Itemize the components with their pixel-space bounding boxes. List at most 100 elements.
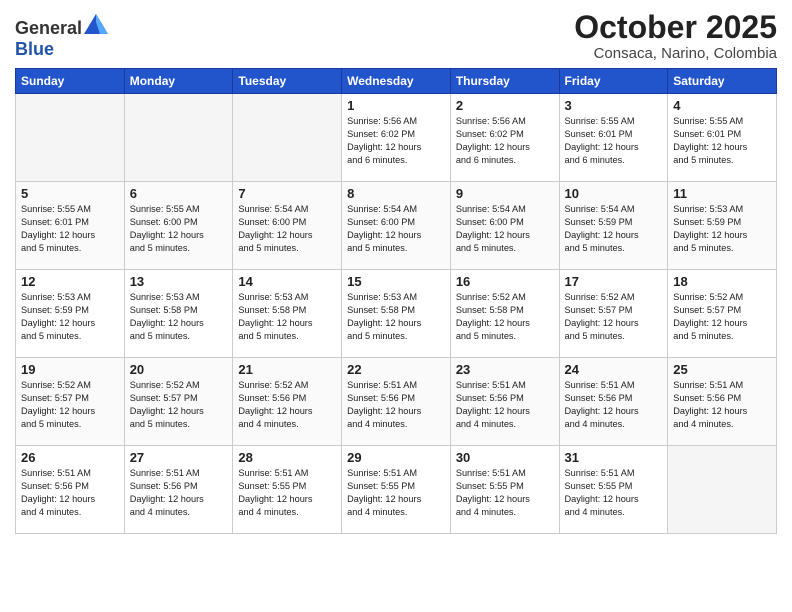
weekday-monday: Monday (124, 69, 233, 94)
calendar-cell: 3 Sunrise: 5:55 AM Sunset: 6:01 PM Daylig… (559, 94, 668, 182)
day-number: 21 (238, 362, 336, 377)
title-block: October 2025 Consaca, Narino, Colombia (574, 10, 777, 62)
day-number: 24 (565, 362, 663, 377)
day-number: 18 (673, 274, 771, 289)
day-info: Sunrise: 5:52 AM Sunset: 5:57 PM Dayligh… (565, 291, 663, 343)
day-number: 28 (238, 450, 336, 465)
day-number: 8 (347, 186, 445, 201)
day-info: Sunrise: 5:52 AM Sunset: 5:56 PM Dayligh… (238, 379, 336, 431)
day-info: Sunrise: 5:55 AM Sunset: 6:00 PM Dayligh… (130, 203, 228, 255)
calendar-cell: 16 Sunrise: 5:52 AM Sunset: 5:58 PM Dayli… (450, 270, 559, 358)
week-row-4: 19 Sunrise: 5:52 AM Sunset: 5:57 PM Dayli… (16, 358, 777, 446)
day-info: Sunrise: 5:51 AM Sunset: 5:55 PM Dayligh… (347, 467, 445, 519)
calendar-cell (124, 94, 233, 182)
calendar-cell: 23Sunrise: 5:51 AM Sunset: 5:56 PM Dayli… (450, 358, 559, 446)
day-info: Sunrise: 5:51 AM Sunset: 5:56 PM Dayligh… (673, 379, 771, 431)
day-info: Sunrise: 5:55 AM Sunset: 6:01 PM Dayligh… (565, 115, 663, 167)
day-info: Sunrise: 5:53 AM Sunset: 5:58 PM Dayligh… (347, 291, 445, 343)
calendar-cell (233, 94, 342, 182)
day-number: 26 (21, 450, 119, 465)
day-number: 5 (21, 186, 119, 201)
calendar-cell: 29 Sunrise: 5:51 AM Sunset: 5:55 PM Dayli… (342, 446, 451, 534)
location-title: Consaca, Narino, Colombia (574, 45, 777, 62)
logo: General Blue (15, 14, 108, 60)
day-number: 4 (673, 98, 771, 113)
calendar-cell (16, 94, 125, 182)
day-number: 25 (673, 362, 771, 377)
calendar-cell: 24Sunrise: 5:51 AM Sunset: 5:56 PM Dayli… (559, 358, 668, 446)
day-number: 13 (130, 274, 228, 289)
calendar-cell: 20 Sunrise: 5:52 AM Sunset: 5:57 PM Dayli… (124, 358, 233, 446)
calendar-cell: 25 Sunrise: 5:51 AM Sunset: 5:56 PM Dayli… (668, 358, 777, 446)
calendar-cell: 28 Sunrise: 5:51 AM Sunset: 5:55 PM Dayli… (233, 446, 342, 534)
calendar-cell: 22 Sunrise: 5:51 AM Sunset: 5:56 PM Dayli… (342, 358, 451, 446)
calendar-cell: 17 Sunrise: 5:52 AM Sunset: 5:57 PM Dayli… (559, 270, 668, 358)
weekday-saturday: Saturday (668, 69, 777, 94)
day-number: 14 (238, 274, 336, 289)
day-info: Sunrise: 5:51 AM Sunset: 5:55 PM Dayligh… (238, 467, 336, 519)
calendar-cell: 14 Sunrise: 5:53 AM Sunset: 5:58 PM Dayli… (233, 270, 342, 358)
weekday-sunday: Sunday (16, 69, 125, 94)
day-info: Sunrise: 5:51 AM Sunset: 5:55 PM Dayligh… (565, 467, 663, 519)
calendar-cell: 18 Sunrise: 5:52 AM Sunset: 5:57 PM Dayli… (668, 270, 777, 358)
day-number: 3 (565, 98, 663, 113)
day-info: Sunrise: 5:53 AM Sunset: 5:58 PM Dayligh… (130, 291, 228, 343)
day-info: Sunrise: 5:54 AM Sunset: 5:59 PM Dayligh… (565, 203, 663, 255)
day-info: Sunrise: 5:55 AM Sunset: 6:01 PM Dayligh… (673, 115, 771, 167)
calendar-cell: 31 Sunrise: 5:51 AM Sunset: 5:55 PM Dayli… (559, 446, 668, 534)
day-number: 30 (456, 450, 554, 465)
day-info: Sunrise: 5:56 AM Sunset: 6:02 PM Dayligh… (347, 115, 445, 167)
calendar-cell: 7 Sunrise: 5:54 AM Sunset: 6:00 PM Daylig… (233, 182, 342, 270)
day-number: 11 (673, 186, 771, 201)
day-info: Sunrise: 5:54 AM Sunset: 6:00 PM Dayligh… (347, 203, 445, 255)
day-number: 29 (347, 450, 445, 465)
week-row-2: 5Sunrise: 5:55 AM Sunset: 6:01 PM Daylig… (16, 182, 777, 270)
day-info: Sunrise: 5:53 AM Sunset: 5:58 PM Dayligh… (238, 291, 336, 343)
calendar-cell: 30Sunrise: 5:51 AM Sunset: 5:55 PM Dayli… (450, 446, 559, 534)
logo-blue: Blue (15, 39, 54, 59)
day-info: Sunrise: 5:52 AM Sunset: 5:57 PM Dayligh… (130, 379, 228, 431)
calendar-cell: 10 Sunrise: 5:54 AM Sunset: 5:59 PM Dayli… (559, 182, 668, 270)
calendar-cell: 4 Sunrise: 5:55 AM Sunset: 6:01 PM Daylig… (668, 94, 777, 182)
calendar-cell: 8 Sunrise: 5:54 AM Sunset: 6:00 PM Daylig… (342, 182, 451, 270)
day-number: 15 (347, 274, 445, 289)
calendar-cell: 13 Sunrise: 5:53 AM Sunset: 5:58 PM Dayli… (124, 270, 233, 358)
weekday-wednesday: Wednesday (342, 69, 451, 94)
calendar-cell: 21 Sunrise: 5:52 AM Sunset: 5:56 PM Dayli… (233, 358, 342, 446)
month-title: October 2025 (574, 10, 777, 45)
day-info: Sunrise: 5:52 AM Sunset: 5:58 PM Dayligh… (456, 291, 554, 343)
calendar-cell (668, 446, 777, 534)
day-number: 7 (238, 186, 336, 201)
calendar-cell: 9Sunrise: 5:54 AM Sunset: 6:00 PM Daylig… (450, 182, 559, 270)
day-number: 16 (456, 274, 554, 289)
day-number: 20 (130, 362, 228, 377)
logo-general: General (15, 18, 82, 38)
week-row-5: 26 Sunrise: 5:51 AM Sunset: 5:56 PM Dayli… (16, 446, 777, 534)
day-info: Sunrise: 5:53 AM Sunset: 5:59 PM Dayligh… (21, 291, 119, 343)
day-info: Sunrise: 5:52 AM Sunset: 5:57 PM Dayligh… (673, 291, 771, 343)
logo-icon (84, 14, 108, 34)
calendar-cell: 12Sunrise: 5:53 AM Sunset: 5:59 PM Dayli… (16, 270, 125, 358)
calendar-body: 1 Sunrise: 5:56 AM Sunset: 6:02 PM Daylig… (16, 94, 777, 534)
day-number: 2 (456, 98, 554, 113)
day-number: 22 (347, 362, 445, 377)
calendar-cell: 1 Sunrise: 5:56 AM Sunset: 6:02 PM Daylig… (342, 94, 451, 182)
calendar-cell: 2Sunrise: 5:56 AM Sunset: 6:02 PM Daylig… (450, 94, 559, 182)
calendar-cell: 5Sunrise: 5:55 AM Sunset: 6:01 PM Daylig… (16, 182, 125, 270)
day-info: Sunrise: 5:51 AM Sunset: 5:56 PM Dayligh… (456, 379, 554, 431)
weekday-friday: Friday (559, 69, 668, 94)
day-number: 1 (347, 98, 445, 113)
day-number: 10 (565, 186, 663, 201)
day-number: 31 (565, 450, 663, 465)
day-info: Sunrise: 5:51 AM Sunset: 5:56 PM Dayligh… (347, 379, 445, 431)
weekday-thursday: Thursday (450, 69, 559, 94)
calendar-cell: 15 Sunrise: 5:53 AM Sunset: 5:58 PM Dayli… (342, 270, 451, 358)
weekday-tuesday: Tuesday (233, 69, 342, 94)
day-number: 17 (565, 274, 663, 289)
day-info: Sunrise: 5:51 AM Sunset: 5:56 PM Dayligh… (21, 467, 119, 519)
day-info: Sunrise: 5:54 AM Sunset: 6:00 PM Dayligh… (238, 203, 336, 255)
day-number: 27 (130, 450, 228, 465)
page-container: General Blue October 2025 Consaca, Narin… (0, 0, 792, 544)
day-number: 19 (21, 362, 119, 377)
calendar-cell: 26 Sunrise: 5:51 AM Sunset: 5:56 PM Dayli… (16, 446, 125, 534)
